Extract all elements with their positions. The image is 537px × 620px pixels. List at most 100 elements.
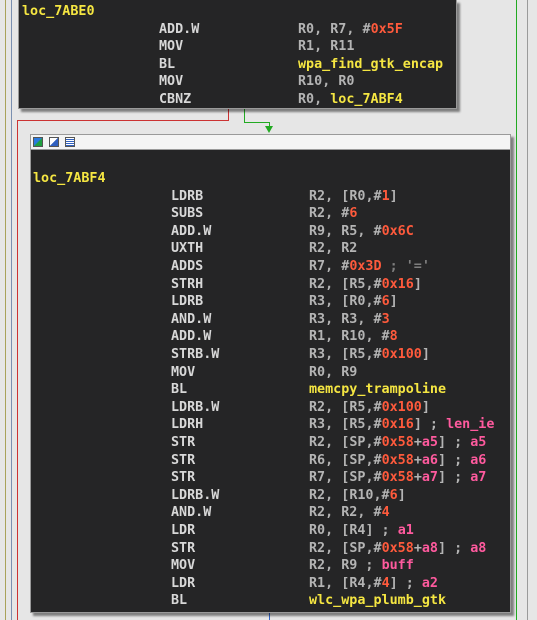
instruction-mnemonic[interactable]: ADD.W xyxy=(159,21,199,39)
operand-reg[interactable]: R2 xyxy=(341,241,357,256)
operand-reg[interactable]: R0 xyxy=(349,294,365,309)
operand-reg[interactable]: R0 xyxy=(309,523,325,538)
instruction-operands[interactable]: R2, [R5,#0x100] xyxy=(309,399,430,417)
operand-reg[interactable]: R9 xyxy=(341,558,357,573)
operand-reg[interactable]: R7 xyxy=(309,470,325,485)
instruction-operands[interactable]: R1, R10, #8 xyxy=(309,328,398,346)
instruction-mnemonic[interactable]: LDR xyxy=(171,522,195,540)
instruction-operands[interactable]: R10, R0 xyxy=(298,73,354,91)
instruction-operands[interactable]: R0, R9 xyxy=(309,364,357,382)
operand-reg[interactable]: R2 xyxy=(309,206,325,221)
operand-var[interactable]: len_ie xyxy=(446,417,494,432)
operand-reg[interactable]: R2 xyxy=(309,505,325,520)
instruction-operands[interactable]: R3, [R5,#0x16] ; len_ie xyxy=(309,416,494,434)
graph-edit-icon[interactable] xyxy=(49,137,59,147)
operand-reg[interactable]: R2 xyxy=(309,189,325,204)
operand-reg[interactable]: SP xyxy=(349,541,365,556)
instruction-mnemonic[interactable]: STR xyxy=(171,469,195,487)
instruction-mnemonic[interactable]: CBNZ xyxy=(159,91,191,109)
instruction-mnemonic[interactable]: STR xyxy=(171,452,195,470)
graph-node-loc-7abf4[interactable]: loc_7ABF4 LDRB R2, [R0,#1] SUBS R2, #6 ADD.W… xyxy=(30,134,511,613)
operand-reg[interactable]: SP xyxy=(349,453,365,468)
operand-reg[interactable]: R2 xyxy=(309,435,325,450)
instruction-operands[interactable]: R0, R7, #0x5F xyxy=(298,21,403,39)
operand-var[interactable]: a6 xyxy=(470,453,486,468)
operand-var[interactable]: a7 xyxy=(470,470,486,485)
operand-reg[interactable]: R11 xyxy=(330,39,354,54)
instruction-operands[interactable]: R3, [R0,#6] xyxy=(309,293,398,311)
operand-var[interactable]: a2 xyxy=(422,576,438,591)
instruction-mnemonic[interactable]: MOV xyxy=(159,38,183,56)
operand-reg[interactable]: R3 xyxy=(309,294,325,309)
operand-reg[interactable]: R2 xyxy=(309,277,325,292)
operand-reg[interactable]: R4 xyxy=(349,523,365,538)
instruction-mnemonic[interactable]: STRH xyxy=(171,276,203,294)
graph-color-icon[interactable] xyxy=(33,137,43,147)
operand-reg[interactable]: R0 xyxy=(349,189,365,204)
operand-reg[interactable]: R3 xyxy=(309,312,325,327)
operand-reg[interactable]: R3 xyxy=(309,417,325,432)
instruction-operands[interactable]: R3, [R5,#0x100] xyxy=(309,346,430,364)
instruction-operands[interactable]: R2, R2, #4 xyxy=(309,504,390,522)
instruction-mnemonic[interactable]: LDRB.W xyxy=(171,487,219,505)
operand-reg[interactable]: R2 xyxy=(341,505,357,520)
operand-reg[interactable]: R1 xyxy=(309,576,325,591)
operand-reg[interactable]: R5 xyxy=(349,277,365,292)
operand-reg[interactable]: R1 xyxy=(298,39,314,54)
operand-reg[interactable]: R10 xyxy=(298,74,322,89)
instruction-mnemonic[interactable]: STRB.W xyxy=(171,346,219,364)
instruction-mnemonic[interactable]: BL xyxy=(171,381,187,399)
instruction-operands[interactable]: R2, [R10,#6] xyxy=(309,487,406,505)
operand-var[interactable]: buff xyxy=(382,558,414,573)
operand-sym[interactable]: wpa_find_gtk_encap xyxy=(298,57,443,72)
operand-var[interactable]: a7 xyxy=(422,470,438,485)
instruction-operands[interactable]: R1, [R4,#4] ; a2 xyxy=(309,575,438,593)
instruction-mnemonic[interactable]: AND.W xyxy=(171,504,211,522)
instruction-mnemonic[interactable]: SUBS xyxy=(171,205,203,223)
instruction-mnemonic[interactable]: LDRB xyxy=(171,188,203,206)
instruction-mnemonic[interactable]: ADD.W xyxy=(171,328,211,346)
instruction-operands[interactable]: memcpy_trampoline xyxy=(309,381,446,399)
instruction-operands[interactable]: R9, R5, #0x6C xyxy=(309,223,414,241)
operand-var[interactable]: a6 xyxy=(422,453,438,468)
operand-var[interactable]: a5 xyxy=(422,435,438,450)
instruction-operands[interactable]: wlc_wpa_plumb_gtk xyxy=(309,592,446,610)
operand-reg[interactable]: R0 xyxy=(338,74,354,89)
operand-reg[interactable]: R9 xyxy=(341,365,357,380)
instruction-mnemonic[interactable]: ADD.W xyxy=(171,223,211,241)
instruction-mnemonic[interactable]: ADDS xyxy=(171,258,203,276)
instruction-operands[interactable]: R3, R3, #3 xyxy=(309,311,390,329)
operand-sym[interactable]: memcpy_trampoline xyxy=(309,382,446,397)
instruction-mnemonic[interactable]: MOV xyxy=(159,73,183,91)
operand-reg[interactable]: R0 xyxy=(298,22,314,37)
instruction-mnemonic[interactable]: BL xyxy=(171,592,187,610)
instruction-operands[interactable]: R0, loc_7ABF4 xyxy=(298,91,403,109)
graph-node-loc-7abe0[interactable]: loc_7ABE0 ADD.W R0, R7, #0x5F MOV R1, R11 BL… xyxy=(18,0,457,109)
operand-reg[interactable]: R2 xyxy=(309,558,325,573)
instruction-operands[interactable]: wpa_find_gtk_encap xyxy=(298,56,443,74)
instruction-operands[interactable]: R2, [R5,#0x16] xyxy=(309,276,422,294)
instruction-operands[interactable]: R2, R2 xyxy=(309,240,357,258)
node-a-label[interactable]: loc_7ABE0 xyxy=(22,3,95,21)
operand-reg[interactable]: R5 xyxy=(349,417,365,432)
operand-reg[interactable]: R2 xyxy=(309,488,325,503)
operand-reg[interactable]: R2 xyxy=(309,541,325,556)
instruction-mnemonic[interactable]: MOV xyxy=(171,557,195,575)
operand-var[interactable]: a5 xyxy=(470,435,486,450)
operand-reg[interactable]: R0 xyxy=(298,92,314,107)
operand-reg[interactable]: R5 xyxy=(349,400,365,415)
operand-reg[interactable]: R7 xyxy=(309,259,325,274)
operand-reg[interactable]: R9 xyxy=(309,224,325,239)
operand-reg[interactable]: R0 xyxy=(309,365,325,380)
operand-reg[interactable]: R10 xyxy=(341,329,365,344)
operand-reg[interactable]: R1 xyxy=(309,329,325,344)
instruction-operands[interactable]: R1, R11 xyxy=(298,38,354,56)
instruction-mnemonic[interactable]: UXTH xyxy=(171,240,203,258)
operand-reg[interactable]: R3 xyxy=(309,347,325,362)
operand-sym[interactable]: loc_7ABF4 xyxy=(330,92,403,107)
instruction-operands[interactable]: R2, R9 ; buff xyxy=(309,557,414,575)
instruction-mnemonic[interactable]: MOV xyxy=(171,364,195,382)
operand-reg[interactable]: R10 xyxy=(349,488,373,503)
instruction-mnemonic[interactable]: STR xyxy=(171,540,195,558)
operand-reg[interactable]: SP xyxy=(349,435,365,450)
